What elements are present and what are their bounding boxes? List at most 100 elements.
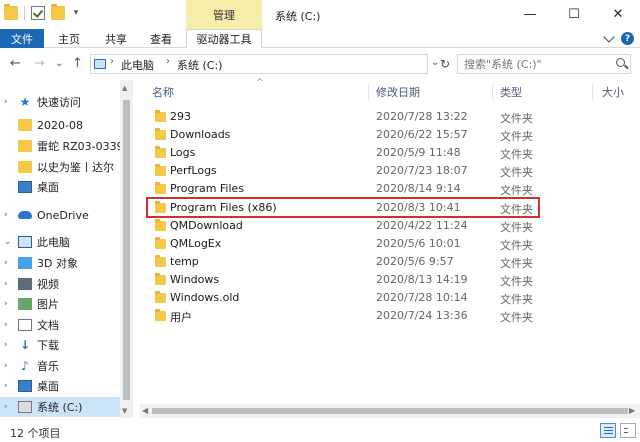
tab-share[interactable]: 共享: [105, 29, 127, 48]
properties-icon[interactable]: [31, 6, 45, 20]
back-button[interactable]: ←: [10, 57, 21, 71]
sidebar-item-desktop-quick[interactable]: 桌面: [0, 177, 120, 197]
expand-ribbon-icon[interactable]: [603, 30, 615, 43]
sidebar-item-drive-c[interactable]: › 系统 (C:): [0, 397, 120, 417]
chevron-right-icon[interactable]: ›: [110, 56, 114, 67]
large-icons-view-button[interactable]: [620, 423, 636, 438]
expand-icon[interactable]: ›: [4, 340, 12, 350]
file-type: 文件夹: [500, 257, 533, 270]
sidebar-item-quick-access[interactable]: › ★ 快速访问: [0, 92, 120, 112]
folder-icon: [155, 237, 166, 249]
refresh-icon[interactable]: ↻: [436, 54, 454, 74]
scroll-up-icon[interactable]: ▲: [122, 84, 127, 92]
column-divider[interactable]: [492, 84, 493, 100]
table-row[interactable]: QMLogEx 2020/5/6 10:01 文件夹: [140, 235, 640, 253]
expand-icon[interactable]: ›: [4, 279, 12, 289]
tab-drive-tools[interactable]: 驱动器工具: [186, 29, 262, 48]
maximize-button[interactable]: ☐: [552, 0, 596, 29]
sidebar-item-label: 雷蛇 RZ03-0339: [37, 140, 120, 153]
search-box[interactable]: [457, 54, 631, 74]
scrollbar-thumb[interactable]: [152, 408, 628, 414]
expand-icon[interactable]: ›: [4, 381, 12, 391]
table-row[interactable]: Downloads 2020/6/22 15:57 文件夹: [140, 126, 640, 144]
scroll-down-icon[interactable]: ▼: [122, 407, 127, 415]
new-folder-icon[interactable]: [51, 4, 65, 20]
table-row[interactable]: Windows 2020/8/13 14:19 文件夹: [140, 271, 640, 289]
search-input[interactable]: [458, 55, 608, 73]
folder-icon: [18, 140, 32, 152]
table-row[interactable]: QMDownload 2020/4/22 11:24 文件夹: [140, 217, 640, 235]
file-type: 文件夹: [500, 275, 533, 288]
table-row[interactable]: 293 2020/7/28 13:22 文件夹: [140, 108, 640, 126]
close-button[interactable]: ✕: [596, 0, 640, 29]
table-row[interactable]: temp 2020/5/6 9:57 文件夹: [140, 253, 640, 271]
chevron-right-icon[interactable]: ›: [166, 56, 170, 67]
tab-file[interactable]: 文件: [0, 29, 44, 48]
sidebar-item-pictures[interactable]: › 图片: [0, 294, 120, 314]
column-divider[interactable]: [368, 84, 369, 100]
sidebar-item-3d-objects[interactable]: › 3D 对象: [0, 253, 120, 273]
expand-icon[interactable]: ›: [4, 402, 12, 412]
table-row[interactable]: PerfLogs 2020/7/23 18:07 文件夹: [140, 162, 640, 180]
table-row[interactable]: Program Files 2020/8/14 9:14 文件夹: [140, 180, 640, 198]
file-type: 文件夹: [500, 148, 533, 161]
customize-toolbar-icon[interactable]: ▾: [71, 6, 81, 20]
sidebar-item-music[interactable]: › ♪ 音乐: [0, 356, 120, 376]
file-name: Program Files (x86): [170, 201, 277, 214]
scroll-left-icon[interactable]: ◀: [142, 406, 148, 415]
help-icon[interactable]: ?: [621, 32, 634, 45]
file-name: 293: [170, 110, 191, 123]
sidebar-item-documents[interactable]: › 文档: [0, 315, 120, 335]
file-name: Program Files: [170, 182, 245, 195]
sidebar-item-downloads[interactable]: › ↓ 下载: [0, 335, 120, 355]
minimize-button[interactable]: —: [508, 0, 552, 29]
forward-button[interactable]: →: [34, 57, 45, 71]
expand-icon[interactable]: ›: [4, 210, 12, 220]
recent-locations-button[interactable]: ⌄: [55, 57, 63, 71]
breadcrumb-this-pc[interactable]: 此电脑: [121, 57, 154, 73]
table-row[interactable]: Program Files (x86) 2020/8/3 10:41 文件夹: [140, 199, 640, 217]
sidebar-item-label: 图片: [37, 298, 59, 311]
expand-icon[interactable]: ›: [4, 320, 12, 330]
address-bar[interactable]: › 此电脑 › 系统 (C:): [90, 54, 428, 74]
up-button[interactable]: ↑: [72, 57, 83, 71]
table-row[interactable]: Logs 2020/5/9 11:48 文件夹: [140, 144, 640, 162]
pc-icon: [18, 236, 32, 248]
breadcrumb-drive-c[interactable]: 系统 (C:): [177, 57, 222, 73]
folder-icon: [155, 255, 166, 267]
column-divider[interactable]: [592, 84, 593, 100]
table-row[interactable]: 用户 2020/7/24 13:36 文件夹: [140, 307, 640, 325]
window-title: 系统 (C:): [275, 10, 321, 23]
tab-home[interactable]: 主页: [58, 29, 80, 48]
file-name: Logs: [170, 146, 196, 159]
expand-icon[interactable]: ⌄: [4, 237, 12, 247]
expand-icon[interactable]: ›: [4, 361, 12, 371]
details-view-button[interactable]: [600, 423, 616, 438]
sidebar-item-razer[interactable]: 雷蛇 RZ03-0339: [0, 136, 120, 156]
sidebar-scrollbar[interactable]: ▲ ▼: [120, 80, 133, 418]
manage-context-tab[interactable]: 管理: [186, 0, 262, 29]
column-header-name[interactable]: 名称: [152, 84, 174, 100]
sidebar-item-videos[interactable]: › 视频: [0, 274, 120, 294]
expand-icon[interactable]: ›: [4, 97, 12, 107]
scrollbar-thumb[interactable]: [123, 100, 130, 400]
tab-view[interactable]: 查看: [150, 29, 172, 48]
column-header-type[interactable]: 类型: [500, 84, 522, 100]
file-type: 文件夹: [500, 130, 533, 143]
sidebar-item-2020-08[interactable]: 2020-08: [0, 115, 120, 135]
scroll-right-icon[interactable]: ▶: [629, 406, 635, 415]
column-header-size[interactable]: 大小: [602, 84, 624, 100]
sidebar-item-onedrive[interactable]: › OneDrive: [0, 205, 120, 225]
table-row[interactable]: Windows.old 2020/7/28 10:14 文件夹: [140, 289, 640, 307]
folder-icon[interactable]: [4, 4, 18, 20]
sidebar-item-history[interactable]: 以史为鉴丨达尔: [0, 157, 120, 177]
file-list-scrollbar[interactable]: ◀ ▶: [140, 404, 640, 418]
expand-icon[interactable]: ›: [4, 258, 12, 268]
folder-icon: [155, 219, 166, 231]
sidebar-item-desktop[interactable]: › 桌面: [0, 376, 120, 396]
expand-icon[interactable]: ›: [4, 299, 12, 309]
file-date: 2020/5/6 9:57: [376, 255, 454, 268]
column-header-date[interactable]: 修改日期: [376, 84, 420, 100]
sidebar-item-this-pc[interactable]: ⌄ 此电脑: [0, 232, 120, 252]
sidebar-item-label: 系统 (C:): [37, 401, 83, 414]
